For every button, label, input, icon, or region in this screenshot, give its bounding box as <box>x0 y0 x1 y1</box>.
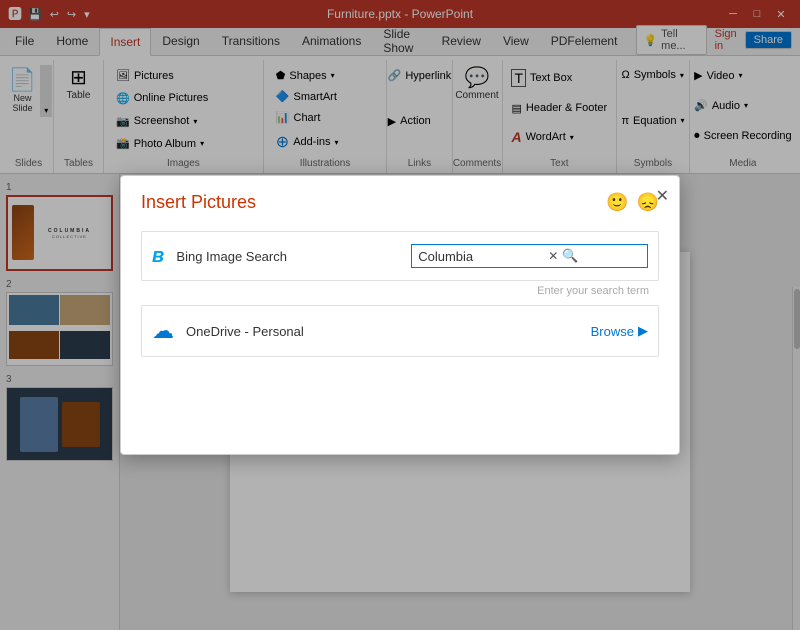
bing-search-input-container: ✕ 🔍 <box>411 244 648 268</box>
insert-pictures-modal: ✕ Insert Pictures 🙂 😞 ʙ Bing Image Searc… <box>120 175 680 455</box>
clear-search-icon[interactable]: ✕ <box>548 249 558 263</box>
modal-header-icons: 🙂 😞 <box>606 192 659 213</box>
modal-close-button[interactable]: ✕ <box>656 186 669 206</box>
search-hint: Enter your search term <box>141 285 659 297</box>
modal-title: Insert Pictures <box>141 192 256 213</box>
bing-search-field[interactable] <box>418 249 548 264</box>
onedrive-row[interactable]: ☁ OneDrive - Personal Browse ▶ <box>141 305 659 357</box>
bing-label: Bing Image Search <box>176 249 399 264</box>
smiley-happy-icon[interactable]: 🙂 <box>606 192 628 213</box>
browse-label: Browse <box>591 324 634 339</box>
search-icon[interactable]: 🔍 <box>562 248 578 264</box>
modal-body: ʙ Bing Image Search ✕ 🔍 Enter your searc… <box>121 221 679 387</box>
modal-header: Insert Pictures 🙂 😞 <box>121 176 679 221</box>
bing-search-row[interactable]: ʙ Bing Image Search ✕ 🔍 <box>141 231 659 281</box>
browse-arrow-icon: ▶ <box>638 323 648 339</box>
modal-overlay: ✕ Insert Pictures 🙂 😞 ʙ Bing Image Searc… <box>0 0 800 630</box>
browse-button[interactable]: Browse ▶ <box>591 323 648 339</box>
onedrive-icon: ☁ <box>152 318 174 344</box>
bing-icon: ʙ <box>152 245 164 268</box>
onedrive-label: OneDrive - Personal <box>186 324 579 339</box>
